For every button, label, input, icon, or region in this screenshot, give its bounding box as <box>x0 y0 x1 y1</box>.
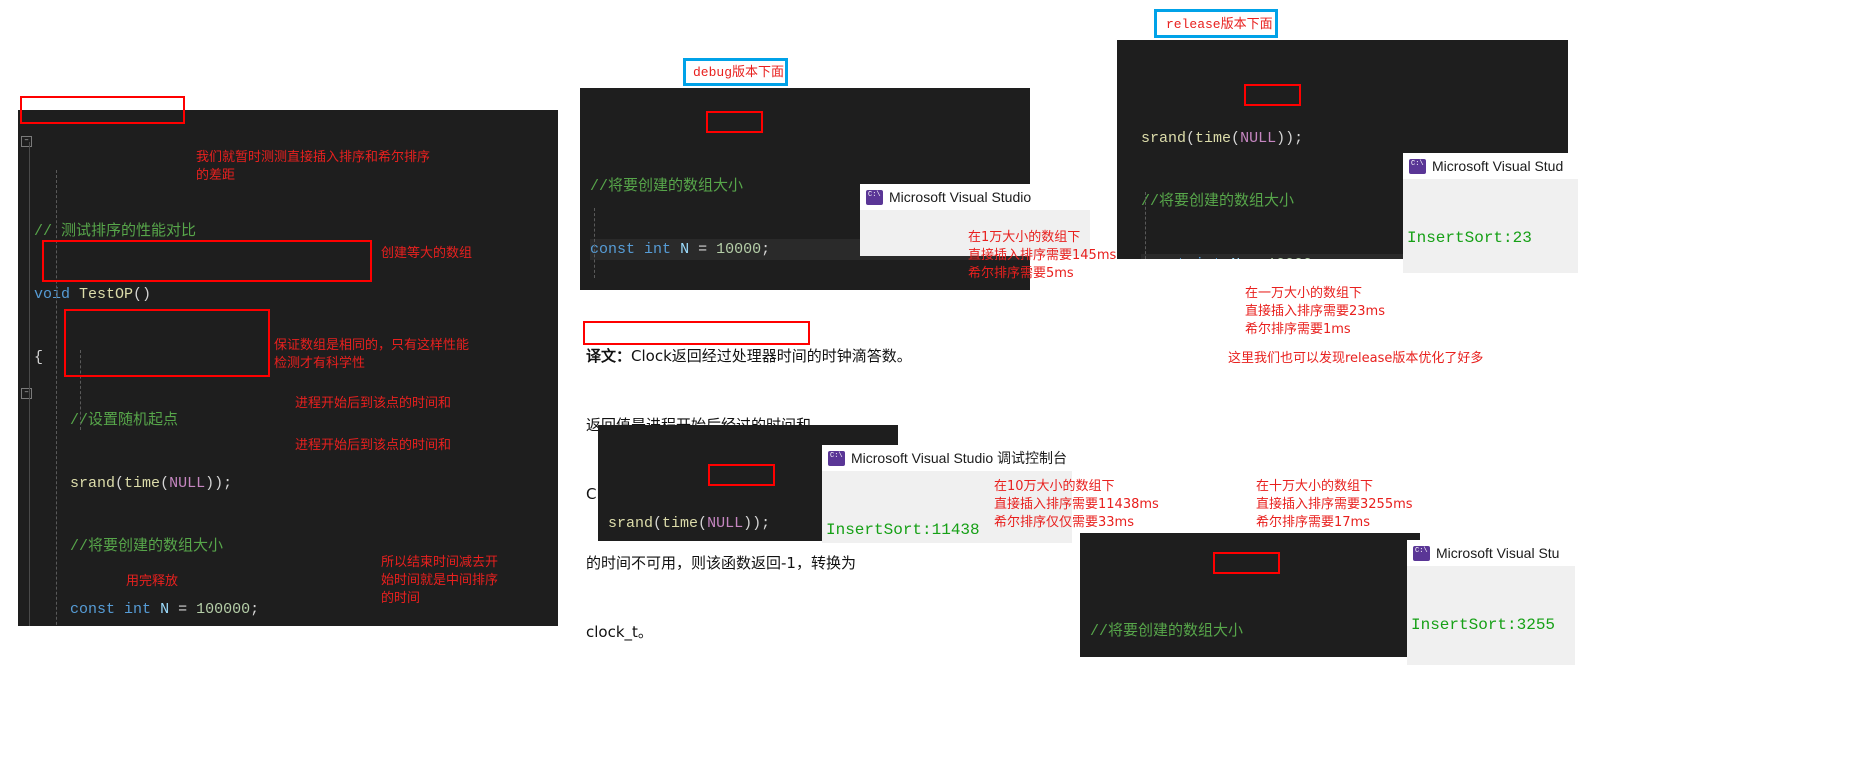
console-line-insertsort: InsertSort:23 <box>1407 229 1532 247</box>
console-title: Microsoft Visual Studio 调试控制台 <box>851 450 1068 466</box>
translation-label: 译文： <box>586 347 632 365</box>
console-title: Microsoft Visual Studio <box>889 189 1032 205</box>
annotation-begin-time: 进程开始后到该点的时间和 <box>295 396 452 411</box>
console-output: InsertSort:3255 ShellSort:17 D:\c-learni… <box>1407 566 1575 665</box>
console-window-release-100k[interactable]: Microsoft Visual Stu InsertSort:3255 She… <box>1407 540 1575 665</box>
console-titlebar: Microsoft Visual Stu <box>1407 540 1575 566</box>
translation-line-5: clock_t。 <box>586 623 653 641</box>
annotation-duration: 所以结束时间减去开 始时间就是中间排序 的时间 <box>381 555 499 606</box>
indent-guide <box>1145 192 1146 259</box>
translation-line-4: 的时间不可用，则该函数返回-1，转换为 <box>586 554 856 572</box>
annotation-free: 用完释放 <box>126 574 179 589</box>
fold-marker[interactable]: – <box>21 136 32 147</box>
debug-version-label: debug版本下面 <box>693 65 785 80</box>
code-line: srand(time(NULL)); <box>1141 130 1304 147</box>
annotation-end-time: 进程开始后到该点的时间和 <box>295 438 452 453</box>
console-title: Microsoft Visual Stud <box>1432 158 1564 174</box>
code-line: //将要创建的数组大小 <box>1090 623 1244 640</box>
release-code-editor-100k[interactable]: //将要创建的数组大小 const int N = 100000; int* a… <box>1080 533 1420 657</box>
release-version-label: release版本下面 <box>1166 17 1273 32</box>
console-title: Microsoft Visual Stu <box>1436 545 1560 561</box>
indent-guide <box>29 142 30 626</box>
console-icon <box>828 450 845 466</box>
code-line: srand(time(NULL)); <box>70 475 233 492</box>
console-titlebar: Microsoft Visual Studio 调试控制台 <box>822 445 1072 471</box>
console-icon <box>866 189 883 205</box>
fold-marker[interactable]: – <box>21 388 32 399</box>
translation-line-1: 译文：Clock返回经过处理器时间的时钟滴答数。 <box>586 347 912 365</box>
result-note-debug-10k: 在1万大小的数组下 直接插入排序需要145ms 希尔排序需要5ms <box>968 230 1117 281</box>
indent-guide <box>80 350 81 430</box>
console-icon <box>1413 545 1430 561</box>
result-note-release-100k: 在十万大小的数组下 直接插入排序需要3255ms 希尔排序需要17ms <box>1256 479 1413 530</box>
console-titlebar: Microsoft Visual Studio <box>860 184 1090 210</box>
annotation-same-array-science: 保证数组是相同的，只有这样性能 检测才有科学性 <box>274 338 470 371</box>
console-output: InsertSort:23 ShellSort:1 D:\c-learning\… <box>1403 179 1578 273</box>
console-titlebar: Microsoft Visual Stud <box>1403 153 1578 179</box>
annotation-compare-sorts: 我们就暂时测测直接插入排序和希尔排序 的差距 <box>196 150 431 183</box>
result-note-release-10k: 在一万大小的数组下 直接插入排序需要23ms 希尔排序需要1ms <box>1245 286 1385 337</box>
indent-guide <box>56 170 57 626</box>
annotation-equal-arrays: 创建等大的数组 <box>381 246 473 261</box>
code-line: //设置随机起点 <box>70 412 179 429</box>
result-note-debug-100k: 在10万大小的数组下 直接插入排序需要11438ms 希尔排序仅仅需要33ms <box>994 479 1159 530</box>
console-window-release-10k[interactable]: Microsoft Visual Stud InsertSort:23 Shel… <box>1403 153 1578 273</box>
console-line-insertsort: InsertSort:3255 <box>1411 616 1556 634</box>
indent-guide <box>594 208 595 278</box>
code-line: // 测试排序的性能对比 <box>34 223 197 240</box>
result-note-release-conclusion: 这里我们也可以发现release版本优化了好多 <box>1228 351 1484 366</box>
console-icon <box>1409 158 1426 174</box>
code-line: void TestOP() <box>34 286 152 303</box>
